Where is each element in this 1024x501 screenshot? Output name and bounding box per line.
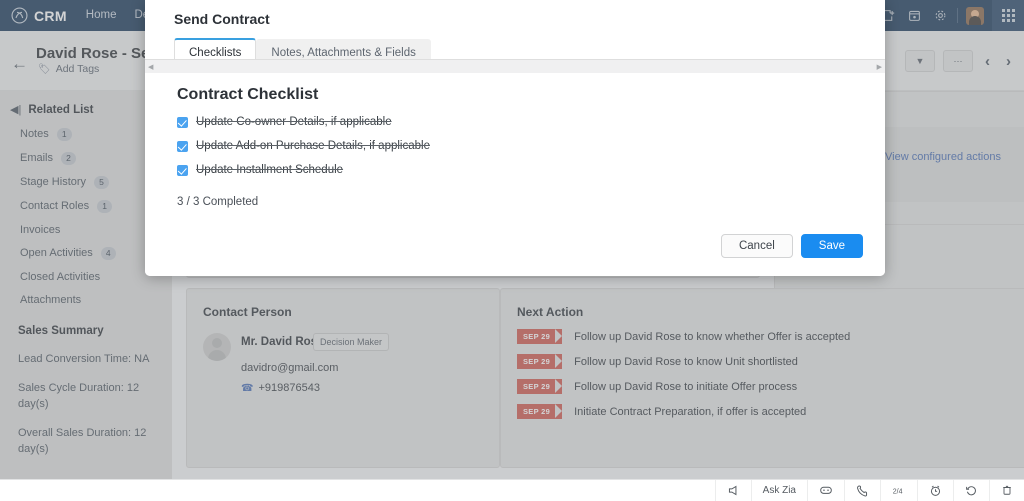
cancel-button[interactable]: Cancel [720, 234, 793, 258]
checklist-item-label: Update Add-on Purchase Details, if appli… [196, 140, 430, 152]
history-icon[interactable] [953, 479, 989, 501]
checkbox-checked-icon[interactable] [177, 141, 188, 152]
megaphone-icon[interactable] [714, 479, 751, 501]
checkbox-checked-icon[interactable] [177, 165, 188, 176]
scroll-right-icon[interactable]: ▶ [877, 63, 882, 71]
analytics-icon[interactable]: 2/4 [880, 479, 917, 501]
modal-footer: Cancel Save [145, 234, 885, 276]
checklist-item-label: Update Co-owner Details, if applicable [196, 116, 392, 128]
checklist-item[interactable]: Update Installment Schedule [145, 152, 885, 176]
checklist-item[interactable]: Update Co-owner Details, if applicable [145, 104, 885, 128]
checklist-progress-text: 3 / 3 Completed [177, 196, 259, 208]
modal-horizontal-scrollbar[interactable]: ◀ ▶ [145, 60, 885, 73]
modal-title: Send Contract [174, 11, 270, 27]
checkbox-checked-icon[interactable] [177, 117, 188, 128]
call-icon[interactable] [844, 479, 880, 501]
ask-zia-button[interactable]: Ask Zia [750, 479, 807, 501]
scroll-left-icon[interactable]: ◀ [148, 63, 153, 71]
checklist-item[interactable]: Update Add-on Purchase Details, if appli… [145, 128, 885, 152]
timer-icon[interactable] [917, 479, 953, 501]
checklist-item-label: Update Installment Schedule [196, 164, 344, 176]
save-button[interactable]: Save [800, 234, 863, 258]
send-contract-modal: Send Contract Checklists Notes, Attachme… [145, 0, 885, 276]
svg-text:2/4: 2/4 [893, 489, 903, 496]
chat-icon[interactable] [807, 479, 844, 501]
modal-body: Contract Checklist Update Co-owner Detai… [145, 73, 885, 276]
trash-icon[interactable] [989, 479, 1024, 501]
bottom-toolbar: Ask Zia 2/4 [0, 479, 1024, 501]
checklist-title: Contract Checklist [177, 86, 319, 103]
app-root: CRM Home Deve [0, 0, 1024, 501]
